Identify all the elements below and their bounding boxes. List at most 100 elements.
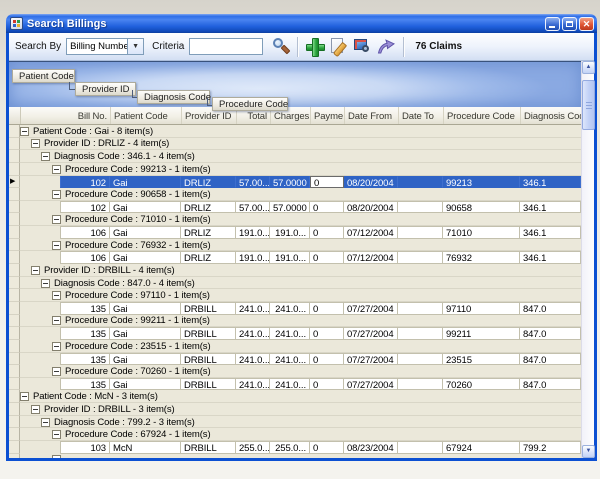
- grid-cell-payme[interactable]: 0: [310, 176, 344, 189]
- grid-cell-procedure-code[interactable]: 97110: [443, 302, 520, 315]
- row-indicator[interactable]: [9, 428, 20, 441]
- grid-cell-charges[interactable]: 241.0...: [270, 327, 310, 340]
- collapse-icon[interactable]: [52, 316, 61, 325]
- grid-cell-patient-code[interactable]: Gai: [110, 226, 181, 239]
- row-indicator[interactable]: [9, 226, 20, 239]
- grid-cell-total[interactable]: 241.0...: [236, 327, 270, 340]
- collapse-icon[interactable]: [31, 266, 40, 275]
- grid-cell-bill-no[interactable]: 135: [60, 378, 110, 391]
- grid-cell-diagnosis-code[interactable]: 847.0: [520, 327, 581, 340]
- row-indicator[interactable]: [9, 403, 20, 416]
- row-indicator[interactable]: [9, 163, 20, 176]
- grid-cell-diagnosis-code[interactable]: 847.0: [520, 302, 581, 315]
- row-indicator[interactable]: [9, 441, 20, 454]
- group-bar[interactable]: Patient Code : McN - 3 item(s): [20, 390, 581, 403]
- group-bar[interactable]: Procedure Code : 23515 - 1 item(s): [20, 340, 581, 353]
- column-header-date-from[interactable]: Date From: [345, 107, 399, 124]
- grid-cell-date-to[interactable]: [398, 251, 443, 264]
- grid-cell-diagnosis-code[interactable]: 847.0: [520, 378, 581, 391]
- edit-icon[interactable]: [328, 36, 350, 58]
- row-indicator[interactable]: [9, 416, 20, 429]
- collapse-icon[interactable]: [52, 190, 61, 199]
- grid-cell-provider-id[interactable]: DRBILL: [181, 378, 236, 391]
- grid-cell-date-to[interactable]: [398, 201, 443, 214]
- grid-cell-payme[interactable]: 0: [310, 226, 344, 239]
- data-row[interactable]: 135GaiDRBILL241.0...241.0...007/27/20047…: [9, 378, 581, 391]
- grid-cell-date-from[interactable]: 07/12/2004: [344, 226, 398, 239]
- grid-cell-charges[interactable]: 241.0...: [270, 302, 310, 315]
- grid-cell-provider-id[interactable]: DRBILL: [181, 353, 236, 366]
- grid-cell-procedure-code[interactable]: 90658: [443, 201, 520, 214]
- row-indicator[interactable]: [9, 365, 20, 378]
- collapse-icon[interactable]: [52, 165, 61, 174]
- collapse-icon[interactable]: [52, 241, 61, 250]
- group-row[interactable]: [9, 454, 581, 458]
- grid-cell-charges[interactable]: 191.0...: [270, 226, 310, 239]
- swoosh-arrow-icon[interactable]: [376, 36, 398, 58]
- group-bar[interactable]: Provider ID : DRBILL - 3 item(s): [20, 403, 581, 416]
- group-bar[interactable]: [20, 454, 581, 458]
- row-indicator[interactable]: [9, 213, 20, 226]
- row-indicator[interactable]: [9, 302, 20, 315]
- row-indicator[interactable]: [9, 150, 20, 163]
- collapse-icon[interactable]: [31, 405, 40, 414]
- group-row[interactable]: Procedure Code : 97110 - 1 item(s): [9, 289, 581, 302]
- grid-cell-charges[interactable]: 57.0000: [270, 176, 310, 189]
- group-row[interactable]: Procedure Code : 67924 - 1 item(s): [9, 428, 581, 441]
- grid-cell-diagnosis-code[interactable]: 847.0: [520, 353, 581, 366]
- row-indicator[interactable]: [9, 340, 20, 353]
- grid-cell-patient-code[interactable]: Gai: [110, 353, 181, 366]
- criteria-input[interactable]: [189, 38, 263, 55]
- grid-cell-patient-code[interactable]: Gai: [110, 251, 181, 264]
- minimize-button[interactable]: [545, 17, 560, 31]
- row-indicator[interactable]: [9, 264, 20, 277]
- collapse-icon[interactable]: [52, 455, 61, 458]
- grid-cell-total[interactable]: 57.00...: [236, 201, 270, 214]
- grid-cell-procedure-code[interactable]: 76932: [443, 251, 520, 264]
- grid-cell-provider-id[interactable]: DRLIZ: [181, 176, 236, 189]
- grid-cell-procedure-code[interactable]: 67924: [443, 441, 520, 454]
- grid-cell-bill-no[interactable]: 135: [60, 302, 110, 315]
- grid-cell-payme[interactable]: 0: [310, 327, 344, 340]
- data-row[interactable]: 135GaiDRBILL241.0...241.0...007/27/20042…: [9, 353, 581, 366]
- row-indicator[interactable]: [9, 239, 20, 252]
- data-row[interactable]: 106GaiDRLIZ191.0...191.0...007/12/200471…: [9, 226, 581, 239]
- group-row[interactable]: Procedure Code : 99211 - 1 item(s): [9, 315, 581, 328]
- grid-cell-charges[interactable]: 241.0...: [270, 378, 310, 391]
- search-icon[interactable]: [270, 36, 292, 58]
- data-row[interactable]: 106GaiDRLIZ191.0...191.0...007/12/200476…: [9, 251, 581, 264]
- vertical-scrollbar[interactable]: ▲ ▼: [581, 61, 594, 458]
- collapse-icon[interactable]: [52, 291, 61, 300]
- grid-cell-patient-code[interactable]: Gai: [110, 327, 181, 340]
- grid-cell-patient-code[interactable]: Gai: [110, 176, 181, 189]
- column-header-procedure-code[interactable]: Procedure Code: [444, 107, 521, 124]
- grid-cell-bill-no[interactable]: 135: [60, 353, 110, 366]
- group-row[interactable]: Procedure Code : 71010 - 1 item(s): [9, 213, 581, 226]
- column-header-patient-code[interactable]: Patient Code: [111, 107, 182, 124]
- grid-cell-provider-id[interactable]: DRLIZ: [181, 251, 236, 264]
- row-indicator[interactable]: [9, 201, 20, 214]
- grid-cell-payme[interactable]: 0: [310, 201, 344, 214]
- grid-cell-procedure-code[interactable]: 99211: [443, 327, 520, 340]
- row-indicator[interactable]: [9, 454, 20, 458]
- grid-cell-date-from[interactable]: 08/23/2004: [344, 441, 398, 454]
- row-indicator[interactable]: [9, 353, 20, 366]
- row-indicator[interactable]: [9, 125, 20, 138]
- collapse-icon[interactable]: [52, 430, 61, 439]
- search-by-combobox[interactable]: Billing Number ▼: [66, 38, 144, 55]
- collapse-icon[interactable]: [20, 127, 29, 136]
- group-row[interactable]: Provider ID : DRBILL - 3 item(s): [9, 403, 581, 416]
- row-indicator[interactable]: [9, 138, 20, 151]
- group-bar[interactable]: Diagnosis Code : 346.1 - 4 item(s): [20, 150, 581, 163]
- grid-cell-provider-id[interactable]: DRBILL: [181, 302, 236, 315]
- grid-cell-date-from[interactable]: 07/12/2004: [344, 251, 398, 264]
- column-header-bill-no[interactable]: Bill No.: [21, 107, 111, 124]
- grid-cell-patient-code[interactable]: Gai: [110, 378, 181, 391]
- grid-cell-date-to[interactable]: [398, 353, 443, 366]
- row-indicator[interactable]: [9, 378, 20, 391]
- row-indicator[interactable]: [9, 315, 20, 328]
- grid-cell-payme[interactable]: 0: [310, 441, 344, 454]
- grid-cell-payme[interactable]: 0: [310, 353, 344, 366]
- row-indicator[interactable]: [9, 277, 20, 290]
- group-bar[interactable]: Procedure Code : 99213 - 1 item(s): [20, 163, 581, 176]
